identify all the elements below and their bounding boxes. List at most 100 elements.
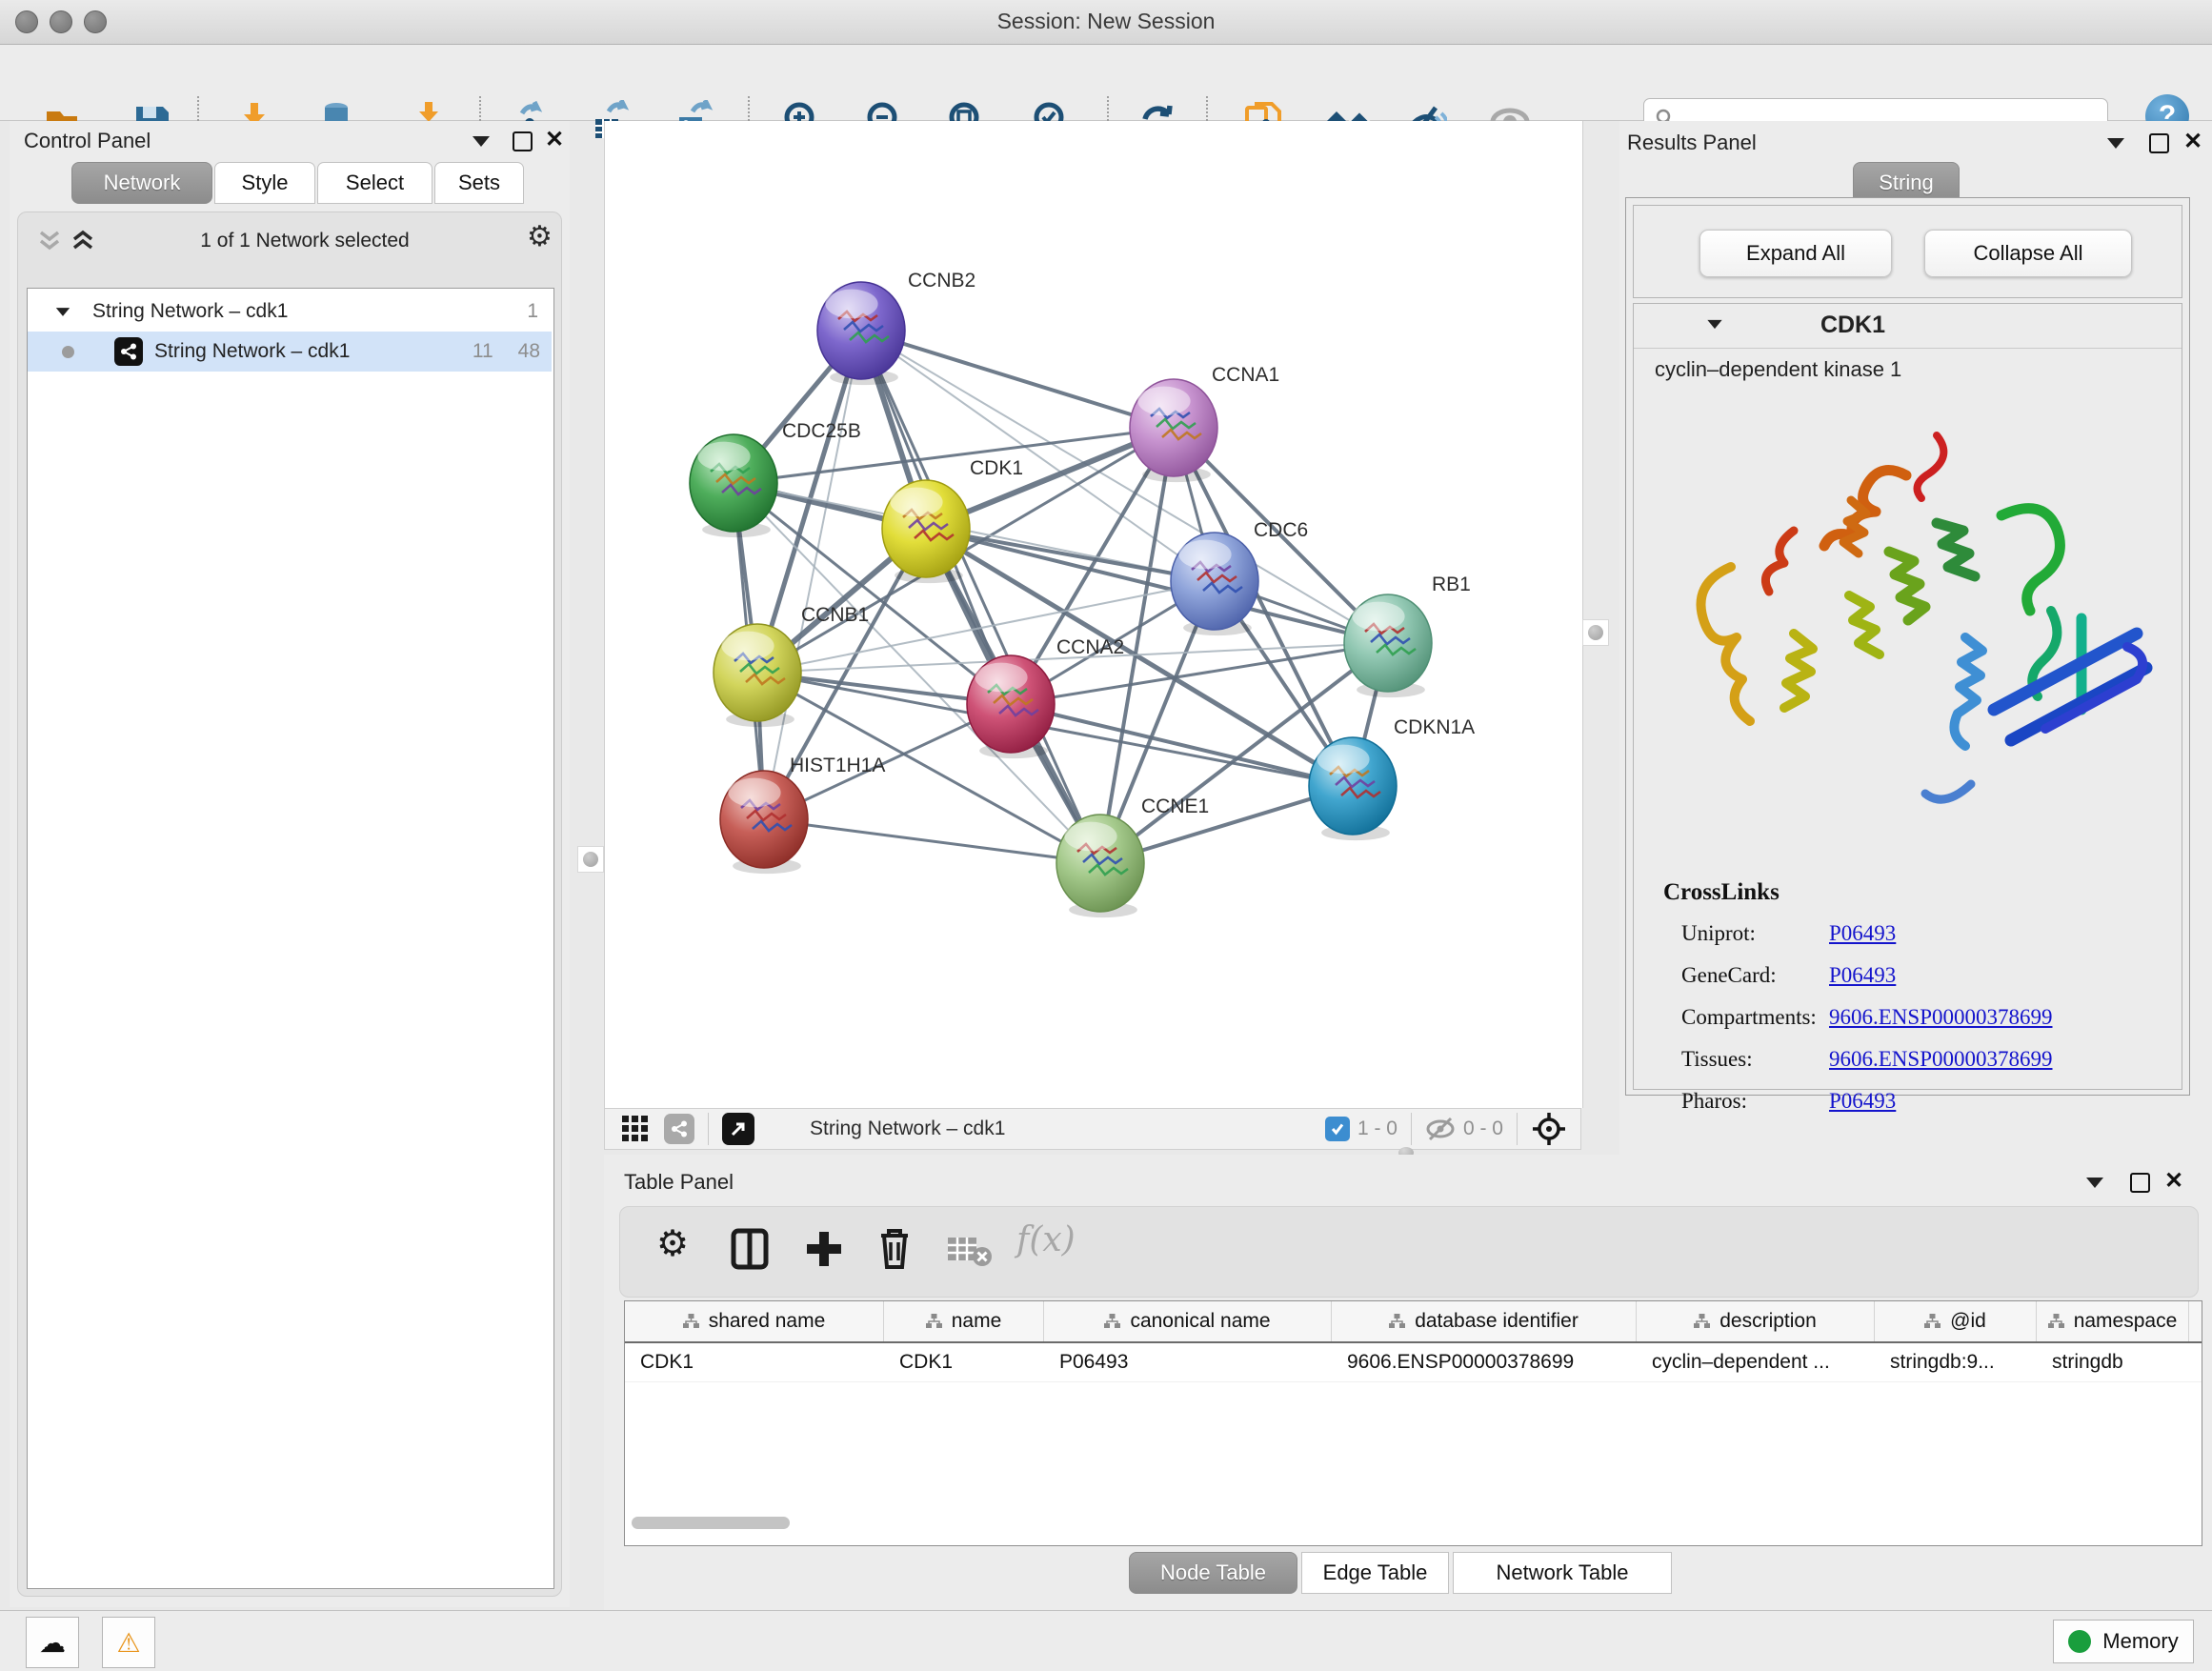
- crosslink-label: Pharos:: [1681, 1089, 1747, 1114]
- table-tab-network-table[interactable]: Network Table: [1453, 1552, 1672, 1594]
- network-label: String Network – cdk1: [154, 340, 350, 363]
- crosslink-link[interactable]: P06493: [1829, 963, 1896, 988]
- warnings-icon[interactable]: ⚠: [102, 1617, 155, 1668]
- column-header-shared-name[interactable]: shared name: [625, 1301, 884, 1341]
- memory-status-dot: [2068, 1630, 2091, 1653]
- left-splitter-handle[interactable]: [577, 846, 604, 873]
- birdseye-crosshair-icon[interactable]: [1531, 1111, 1567, 1147]
- right-splitter-handle[interactable]: [1582, 619, 1609, 646]
- control-panel-tab-sets[interactable]: Sets: [434, 162, 524, 204]
- node-label-ccna2: CCNA2: [1056, 636, 1124, 658]
- main-toolbar: ?: [0, 45, 2212, 121]
- column-header-canonical-name[interactable]: canonical name: [1044, 1301, 1332, 1341]
- delete-column-icon[interactable]: [875, 1226, 914, 1272]
- control-panel-tab-style[interactable]: Style: [214, 162, 315, 204]
- control-panel: Control Panel ✕ NetworkStyleSelectSets 1…: [10, 121, 570, 1607]
- column-type-icon: [683, 1314, 699, 1329]
- collection-collapse-icon[interactable]: [56, 308, 70, 316]
- crosslink-link[interactable]: P06493: [1829, 921, 1896, 946]
- network-edge[interactable]: [1011, 704, 1353, 786]
- column-header-database-identifier[interactable]: database identifier: [1332, 1301, 1637, 1341]
- table-cell[interactable]: stringdb:9...: [1875, 1351, 2037, 1374]
- close-panel-icon[interactable]: ✕: [2164, 1172, 2183, 1191]
- memory-label: Memory: [2102, 1629, 2178, 1654]
- table-cell[interactable]: stringdb: [2037, 1351, 2189, 1374]
- network-node-ccnb1[interactable]: [714, 624, 801, 727]
- column-header-namespace[interactable]: namespace: [2037, 1301, 2189, 1341]
- float-panel-icon[interactable]: [2107, 138, 2124, 149]
- network-edge[interactable]: [764, 819, 1100, 863]
- float-panel-icon[interactable]: [473, 136, 490, 147]
- table-cell[interactable]: 9606.ENSP00000378699: [1332, 1351, 1637, 1374]
- network-graph[interactable]: CCNB2CCNA1CDC25BCDK1CDC6RB1CCNB1CCNA2CDK…: [605, 121, 1582, 1108]
- float-panel-icon[interactable]: [2086, 1178, 2103, 1188]
- table-cell[interactable]: CDK1: [625, 1351, 884, 1374]
- expand-all-networks-icon[interactable]: [69, 229, 97, 253]
- column-header-label: canonical name: [1130, 1310, 1270, 1333]
- network-node-cdc25b[interactable]: [690, 434, 777, 537]
- function-builder-icon[interactable]: f(x): [1016, 1220, 1076, 1259]
- node-gloss: [975, 663, 1027, 693]
- table-row[interactable]: CDK1CDK1P064939606.ENSP00000378699cyclin…: [625, 1343, 2202, 1382]
- section-collapse-icon[interactable]: [1707, 320, 1721, 329]
- protein-section-header[interactable]: CDK1: [1634, 304, 2182, 349]
- crosslink-link[interactable]: 9606.ENSP00000378699: [1829, 1005, 2053, 1030]
- crosslink-link[interactable]: 9606.ENSP00000378699: [1829, 1047, 2053, 1072]
- results-panel-title: Results Panel: [1627, 131, 1757, 155]
- crosslink-link[interactable]: P06493: [1829, 1089, 1896, 1114]
- selected-items-checkbox-icon[interactable]: [1325, 1117, 1350, 1141]
- collapse-all-networks-icon[interactable]: [35, 229, 64, 253]
- control-panel-tab-select[interactable]: Select: [317, 162, 432, 204]
- network-options-gear-icon[interactable]: ⚙: [527, 220, 553, 253]
- network-view-canvas[interactable]: CCNB2CCNA1CDC25BCDK1CDC6RB1CCNB1CCNA2CDK…: [604, 121, 1583, 1108]
- network-row-selected[interactable]: String Network – cdk1 11 48: [28, 332, 552, 372]
- control-panel-tab-network[interactable]: Network: [71, 162, 212, 204]
- collapse-all-button[interactable]: Collapse All: [1924, 230, 2132, 277]
- network-node-ccna2[interactable]: [967, 655, 1055, 758]
- show-columns-icon[interactable]: [731, 1228, 769, 1270]
- delete-table-icon[interactable]: [946, 1232, 994, 1268]
- close-panel-icon[interactable]: ✕: [545, 131, 564, 150]
- table-settings-icon[interactable]: ⚙: [656, 1222, 689, 1265]
- memory-button[interactable]: Memory: [2053, 1620, 2194, 1663]
- column-header-label: @id: [1950, 1310, 1986, 1333]
- column-type-icon: [926, 1314, 942, 1329]
- cloud-status-icon[interactable]: ☁: [26, 1617, 79, 1668]
- protein-structure-image: [1651, 409, 2165, 818]
- table-panel-title: Table Panel: [624, 1170, 734, 1195]
- network-node-rb1[interactable]: [1344, 594, 1432, 697]
- add-column-icon[interactable]: [803, 1228, 845, 1270]
- hidden-items-eye-icon[interactable]: [1425, 1117, 1456, 1141]
- column-header-name[interactable]: name: [884, 1301, 1044, 1341]
- node-gloss: [1064, 822, 1116, 852]
- node-gloss: [1352, 602, 1404, 632]
- network-node-cdc6[interactable]: [1171, 533, 1258, 635]
- network-collection-row[interactable]: String Network – cdk1 1: [28, 292, 552, 332]
- open-in-window-icon[interactable]: [722, 1113, 754, 1145]
- network-node-ccna1[interactable]: [1130, 379, 1217, 482]
- network-edge[interactable]: [861, 331, 1100, 863]
- table-cell[interactable]: CDK1: [884, 1351, 1044, 1374]
- column-header-description[interactable]: description: [1637, 1301, 1875, 1341]
- node-gloss: [697, 442, 750, 472]
- table-cell[interactable]: cyclin–dependent ...: [1637, 1351, 1875, 1374]
- network-node-ccne1[interactable]: [1056, 815, 1144, 917]
- maximize-panel-icon[interactable]: [2149, 133, 2169, 153]
- table-cell[interactable]: P06493: [1044, 1351, 1332, 1374]
- close-panel-icon[interactable]: ✕: [2183, 132, 2202, 151]
- network-view-toolbar: String Network – cdk1 1 - 0 0 - 0: [604, 1108, 1581, 1150]
- network-node-cdkn1a[interactable]: [1309, 737, 1397, 840]
- column-header--id[interactable]: @id: [1875, 1301, 2037, 1341]
- horizontal-scrollbar[interactable]: [632, 1517, 790, 1529]
- grid-view-icon[interactable]: [620, 1114, 651, 1144]
- table-tab-node-table[interactable]: Node Table: [1129, 1552, 1297, 1594]
- network-view-share-icon[interactable]: [664, 1114, 694, 1144]
- table-tab-edge-table[interactable]: Edge Table: [1301, 1552, 1449, 1594]
- table-tabs: Node TableEdge TableNetwork Table: [604, 1552, 2212, 1600]
- network-edge[interactable]: [861, 331, 1174, 428]
- expand-all-button[interactable]: Expand All: [1699, 230, 1892, 277]
- network-node-hist1h1a[interactable]: [720, 771, 808, 874]
- maximize-panel-icon[interactable]: [2130, 1173, 2150, 1193]
- network-type-icon: [114, 337, 143, 366]
- maximize-panel-icon[interactable]: [513, 131, 533, 151]
